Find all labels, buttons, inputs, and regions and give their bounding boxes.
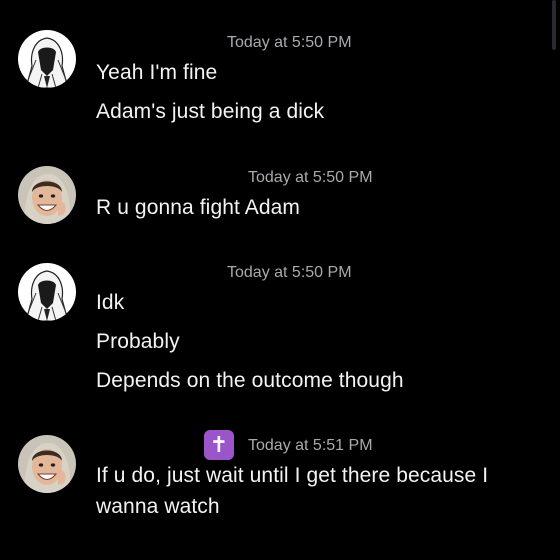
message-timestamp: Today at 5:50 PM: [227, 34, 352, 51]
message-text: Yeah I'm fine: [96, 61, 218, 84]
role-badge-cross-icon[interactable]: ✝: [204, 430, 234, 460]
message-text: If u do, just wait until I get there bec…: [96, 464, 489, 487]
message-text: Depends on the outcome though: [96, 369, 404, 392]
message-text: wanna watch: [96, 495, 220, 518]
hooded-figure-avatar[interactable]: [18, 263, 76, 321]
message-text: Adam's just being a dick: [96, 100, 325, 123]
message-timestamp: Today at 5:51 PM: [248, 437, 373, 454]
message-text: Probably: [96, 330, 180, 353]
message-text: Idk: [96, 291, 125, 314]
message-timestamp: Today at 5:50 PM: [227, 264, 352, 281]
hooded-figure-avatar[interactable]: [18, 30, 76, 88]
message-timestamp: Today at 5:50 PM: [248, 169, 373, 186]
smiling-man-avatar[interactable]: [18, 166, 76, 224]
smiling-man-avatar[interactable]: [18, 435, 76, 493]
message-text: R u gonna fight Adam: [96, 196, 300, 219]
scrollbar[interactable]: [552, 0, 556, 50]
